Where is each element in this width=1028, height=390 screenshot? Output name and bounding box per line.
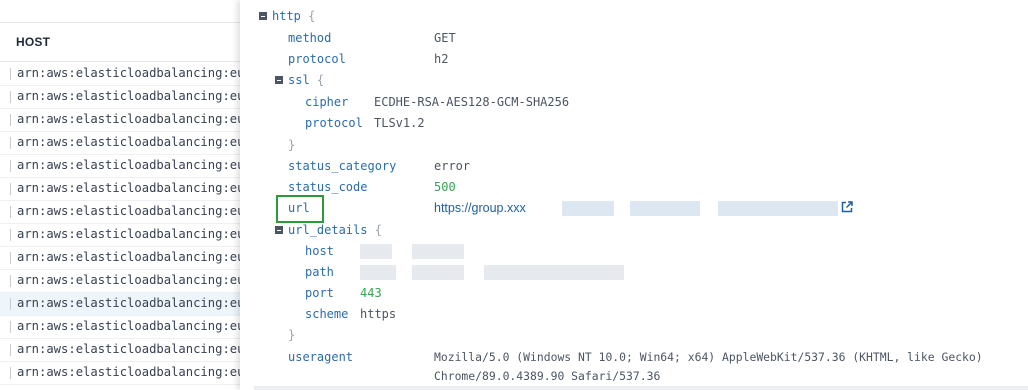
host-column-label: HOST [16, 35, 51, 49]
host-value: arn:aws:elasticloadbalancing:eu- [17, 204, 240, 218]
ssl-key: ssl [288, 73, 310, 87]
url-key: url [288, 201, 310, 215]
ssl-protocol-value[interactable]: TLSv1.2 [374, 116, 425, 130]
host-value: arn:aws:elasticloadbalancing:eu- [17, 66, 240, 80]
host-key: host [305, 244, 334, 258]
redacted-host-value [412, 244, 464, 259]
log-detail-panel: http { method GET protocol h2 ssl { ciph… [240, 0, 1028, 390]
url-link[interactable]: https://group.xxx [434, 201, 526, 215]
host-value: arn:aws:elasticloadbalancing:eu- [17, 112, 240, 126]
collapse-http-toggle-icon[interactable] [259, 12, 267, 20]
redacted-path-value [484, 265, 624, 280]
row-divider [10, 229, 11, 241]
redacted-host-value [360, 244, 392, 259]
host-list-pane: HOST arn:aws:elasticloadbalancing:eu-arn… [0, 0, 240, 390]
host-value: arn:aws:elasticloadbalancing:eu- [17, 319, 240, 333]
ssl-open-brace: { [316, 73, 325, 87]
host-row[interactable]: arn:aws:elasticloadbalancing:eu- [0, 132, 240, 155]
http-key: http [272, 9, 301, 23]
collapse-ssl-toggle-icon[interactable] [275, 76, 283, 84]
host-row[interactable]: arn:aws:elasticloadbalancing:eu- [0, 247, 240, 270]
host-row[interactable]: arn:aws:elasticloadbalancing:eu- [0, 86, 240, 109]
host-row[interactable]: arn:aws:elasticloadbalancing:eu- [0, 109, 240, 132]
port-key: port [305, 286, 334, 300]
useragent-value-line1[interactable]: Mozilla/5.0 (Windows NT 10.0; Win64; x64… [434, 350, 983, 364]
url-details-key: url_details [288, 223, 368, 237]
host-value: arn:aws:elasticloadbalancing:eu- [17, 342, 240, 356]
port-value[interactable]: 443 [360, 286, 382, 300]
row-divider [10, 183, 11, 195]
ssl-protocol-key: protocol [305, 116, 363, 130]
redacted-url-segment [562, 201, 614, 216]
redacted-path-value [412, 265, 464, 280]
row-divider [10, 321, 11, 333]
status-category-key: status_category [288, 159, 397, 173]
host-column-header[interactable]: HOST [0, 22, 240, 62]
host-row[interactable]: arn:aws:elasticloadbalancing:eu- [0, 63, 240, 86]
cipher-value[interactable]: ECDHE-RSA-AES128-GCM-SHA256 [374, 95, 569, 109]
row-divider [10, 160, 11, 172]
protocol-value[interactable]: h2 [434, 52, 448, 66]
host-row[interactable]: arn:aws:elasticloadbalancing:eu- [0, 178, 240, 201]
host-rows: arn:aws:elasticloadbalancing:eu-arn:aws:… [0, 63, 240, 385]
host-value: arn:aws:elasticloadbalancing:eu- [17, 273, 240, 287]
row-divider [10, 206, 11, 218]
protocol-key: protocol [288, 52, 346, 66]
host-row[interactable]: arn:aws:elasticloadbalancing:eu- [0, 362, 240, 385]
scheme-key: scheme [305, 307, 349, 321]
host-value: arn:aws:elasticloadbalancing:eu- [17, 365, 240, 379]
status-code-key: status_code [288, 180, 368, 194]
useragent-key: useragent [288, 350, 354, 364]
host-row[interactable]: arn:aws:elasticloadbalancing:eu- [0, 339, 240, 362]
collapse-url-details-toggle-icon[interactable] [275, 226, 283, 234]
method-value[interactable]: GET [434, 31, 456, 45]
http-open-brace: { [308, 9, 316, 23]
external-link-icon[interactable] [840, 200, 854, 214]
host-row[interactable]: arn:aws:elasticloadbalancing:eu- [0, 293, 240, 316]
row-divider [10, 367, 11, 379]
row-divider [10, 344, 11, 356]
host-value: arn:aws:elasticloadbalancing:eu- [17, 296, 240, 310]
cipher-key: cipher [305, 95, 349, 109]
panel-bottom-edge [254, 386, 1028, 390]
host-value: arn:aws:elasticloadbalancing:eu- [17, 89, 240, 103]
row-divider [10, 252, 11, 264]
ssl-close-brace: } [288, 138, 296, 152]
scheme-value[interactable]: https [360, 307, 396, 321]
path-key: path [305, 265, 334, 279]
redacted-path-value [360, 265, 396, 280]
row-divider [10, 137, 11, 149]
url-details-close-brace: } [288, 328, 296, 342]
host-row[interactable]: arn:aws:elasticloadbalancing:eu- [0, 316, 240, 339]
host-row[interactable]: arn:aws:elasticloadbalancing:eu- [0, 155, 240, 178]
redacted-url-segment [718, 201, 838, 216]
row-divider [10, 298, 11, 310]
row-divider [10, 91, 11, 103]
row-divider [10, 68, 11, 80]
method-key: method [288, 31, 332, 45]
host-row[interactable]: arn:aws:elasticloadbalancing:eu- [0, 270, 240, 293]
url-details-open-brace: { [374, 223, 382, 237]
host-row[interactable]: arn:aws:elasticloadbalancing:eu- [0, 224, 240, 247]
useragent-value-line2[interactable]: Chrome/89.0.4389.90 Safari/537.36 [434, 369, 660, 383]
host-value: arn:aws:elasticloadbalancing:eu- [17, 135, 240, 149]
status-code-value[interactable]: 500 [434, 180, 456, 194]
row-divider [10, 275, 11, 287]
host-row[interactable]: arn:aws:elasticloadbalancing:eu- [0, 201, 240, 224]
host-value: arn:aws:elasticloadbalancing:eu- [17, 227, 240, 241]
host-value: arn:aws:elasticloadbalancing:eu- [17, 181, 240, 195]
host-value: arn:aws:elasticloadbalancing:eu- [17, 250, 240, 264]
host-value: arn:aws:elasticloadbalancing:eu- [17, 158, 240, 172]
status-category-value[interactable]: error [434, 159, 470, 173]
row-divider [10, 114, 11, 126]
redacted-url-segment [630, 201, 700, 216]
